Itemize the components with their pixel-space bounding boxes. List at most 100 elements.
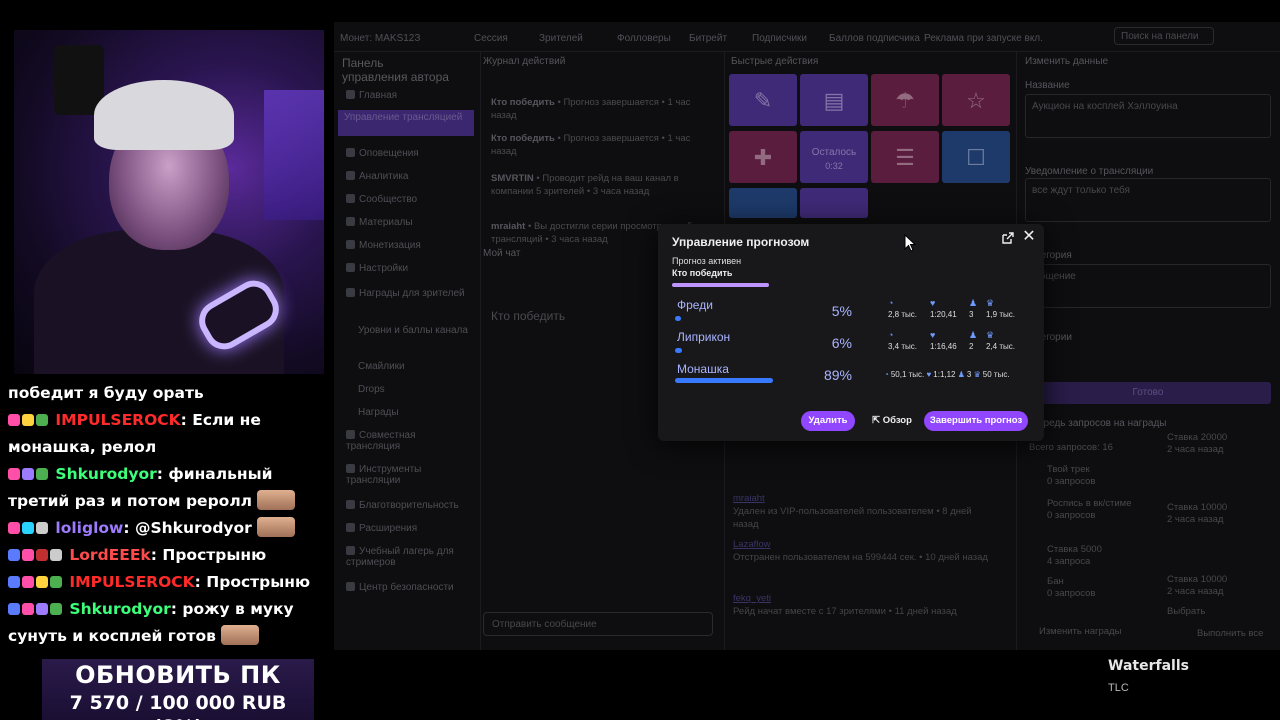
sidebar-item[interactable]: Учебный лагерь для стримеров — [346, 546, 466, 568]
bid-item[interactable]: Ставка 10000 2 часа назад — [1167, 574, 1227, 598]
sidebar-item[interactable]: Монетизация — [346, 240, 466, 251]
outcome-points: 2,8 тыс. — [888, 310, 917, 319]
pencil-icon: ✎ — [753, 88, 773, 113]
chat-line: LordEEEk: Прострыню — [8, 542, 328, 569]
chat-line: loliglow: @Shkurodyor — [8, 515, 328, 542]
sidebar-item[interactable]: Благотворительность — [346, 500, 466, 511]
chat-line: Shkurodyor: финальный третий раз и потом… — [8, 461, 328, 515]
users-icon: ♟ — [969, 330, 978, 340]
reward-request[interactable]: Бан 0 запросов — [1047, 576, 1095, 600]
timer-label: Осталось — [811, 147, 857, 158]
badge-icon — [22, 414, 34, 426]
chat-username: Shkurodyor — [69, 600, 171, 618]
badge-icon — [36, 522, 48, 534]
sidebar-item[interactable]: Аналитика — [346, 171, 466, 182]
badge-icon — [36, 468, 48, 480]
outcome-bar — [675, 316, 681, 321]
ad-tile[interactable]: ☂ — [871, 74, 939, 126]
reward-request[interactable]: Роспись в вк/стиме 0 запросов — [1047, 498, 1132, 522]
dashboard-search-input[interactable]: Поиск на панели — [1114, 27, 1214, 45]
sidebar-item[interactable]: Награды для зрителей — [346, 288, 466, 299]
sidebar-item[interactable]: Совместная трансляция — [346, 430, 466, 452]
outcome-row: Монашка 89% ◔ 50,1 тыс. ♥ 1:1,12 ♟ 3 ♛ 50 ты… — [672, 362, 1032, 396]
close-icon[interactable]: ✕ — [1021, 229, 1037, 245]
clip-tile[interactable]: ▤ — [800, 74, 868, 126]
badge-icon — [36, 549, 48, 561]
outcome-percent: 89% — [823, 367, 852, 383]
stats-bar: Монет: MAKS12З Сессия Зрителей Фолловеры… — [334, 22, 1280, 52]
content-icon — [346, 217, 355, 226]
heart-tile[interactable] — [800, 188, 868, 218]
edit-rewards-link[interactable]: Изменить награды — [1039, 626, 1121, 638]
chat-input[interactable]: Отправить сообщение — [483, 612, 713, 636]
sidebar-subitem[interactable]: Уровни и баллы канала — [358, 325, 478, 336]
bid-item[interactable]: Ставка 20000 2 часа назад — [1167, 432, 1227, 456]
activity-row[interactable]: Кто победить • Прогноз завершается • 1 ч… — [491, 132, 711, 158]
shield-icon — [346, 582, 355, 591]
sidebar-item-active[interactable]: Управление трансляцией — [338, 110, 474, 136]
layout-tile[interactable]: ☰ — [871, 131, 939, 183]
activity-row[interactable]: SMVRTIN • Проводит рейд на ваш канал в к… — [491, 172, 711, 198]
chat-message: Прострыню — [206, 573, 311, 591]
stat-item: Сессия — [474, 33, 508, 44]
sidebar-item[interactable]: Настройки — [346, 263, 466, 274]
review-button[interactable]: ⇱ Обзор — [862, 411, 922, 431]
mod-log-row: mraiaht Удален из VIP-пользователей польз… — [733, 493, 972, 530]
prediction-modal: Управление прогнозом ✕ Прогноз активен К… — [658, 224, 1044, 441]
sidebar-item[interactable]: Центр безопасности — [346, 582, 466, 593]
prediction-status: Прогноз активен — [672, 256, 742, 266]
reward-request[interactable]: Твой трек 0 запросов — [1047, 464, 1095, 488]
outcome-users: 3 — [969, 310, 974, 319]
chat-tile[interactable]: ☐ — [942, 131, 1010, 183]
goal-title: ОБНОВИТЬ ПК — [75, 661, 281, 689]
users-icon: ♟ — [969, 298, 978, 308]
badge-icon — [22, 603, 34, 615]
popout-icon[interactable] — [1001, 231, 1015, 245]
timer-tile[interactable]: Осталось 0:32 — [800, 131, 868, 183]
sidebar-item[interactable]: Инструменты трансляции — [346, 464, 466, 486]
edit-tile[interactable]: ✎ — [729, 74, 797, 126]
users-icon: ♟ — [957, 370, 965, 379]
chat-username: loliglow — [55, 519, 124, 537]
stat-item: Реклама при запуске вкл. — [924, 33, 1043, 44]
select-checkbox[interactable]: Выбрать — [1167, 606, 1205, 618]
activity-row[interactable]: Кто победить • Прогноз завершается • 1 ч… — [491, 96, 711, 122]
star-icon: ☆ — [966, 88, 986, 113]
outcome-row: Липрикон 6% ◔ ♥ ♟ ♛ 3,4 тыс. 1:16,46 2 2… — [672, 330, 1032, 364]
badge-icon — [22, 522, 34, 534]
sidebar-subitem[interactable]: Смайлики — [358, 361, 478, 372]
star-tile[interactable]: ☆ — [942, 74, 1010, 126]
bid-item[interactable]: Ставка 10000 2 часа назад — [1167, 502, 1227, 526]
community-icon — [346, 194, 355, 203]
sidebar-item[interactable]: Главная — [346, 90, 466, 101]
outcome-bar — [675, 348, 682, 353]
trophy-icon: ♥ — [930, 330, 936, 340]
sidebar-item[interactable]: Расширения — [346, 523, 466, 534]
sidebar-item[interactable]: Материалы — [346, 217, 466, 228]
prediction-question: Кто победить — [672, 268, 733, 278]
finish-prediction-button[interactable]: Завершить прогноз — [924, 411, 1028, 431]
done-button[interactable]: Готово — [1025, 382, 1271, 404]
outcome-top: 2,4 тыс. — [986, 342, 1015, 351]
home-icon — [346, 90, 355, 99]
delete-button[interactable]: Удалить — [801, 411, 855, 431]
add-user-tile[interactable]: ✚ — [729, 131, 797, 183]
badge-icon — [50, 603, 62, 615]
notification-input[interactable]: все ждут только тебя — [1025, 178, 1271, 222]
add-user-icon: ✚ — [753, 145, 773, 170]
sidebar-subitem[interactable]: Drops — [358, 384, 478, 395]
background-pc — [264, 90, 324, 220]
title-input[interactable]: Аукцион на косплей Хэллоуина — [1025, 94, 1271, 138]
outcome-ratio: 1:16,46 — [930, 342, 957, 351]
sidebar-subitem[interactable]: Награды — [358, 407, 478, 418]
emote-tile[interactable] — [729, 188, 797, 218]
chart-icon — [346, 171, 355, 180]
badge-icon — [36, 576, 48, 588]
accept-all-button[interactable]: Выполнить все — [1197, 628, 1263, 640]
modal-title: Управление прогнозом — [672, 235, 810, 249]
sidebar-item[interactable]: Оповещения — [346, 148, 466, 159]
outcome-ratio: 1:1,12 — [933, 370, 956, 379]
category-select[interactable]: Общение — [1025, 264, 1271, 308]
sidebar-item[interactable]: Сообщество — [346, 194, 466, 205]
reward-request[interactable]: Ставка 5000 4 запроса — [1047, 544, 1102, 568]
